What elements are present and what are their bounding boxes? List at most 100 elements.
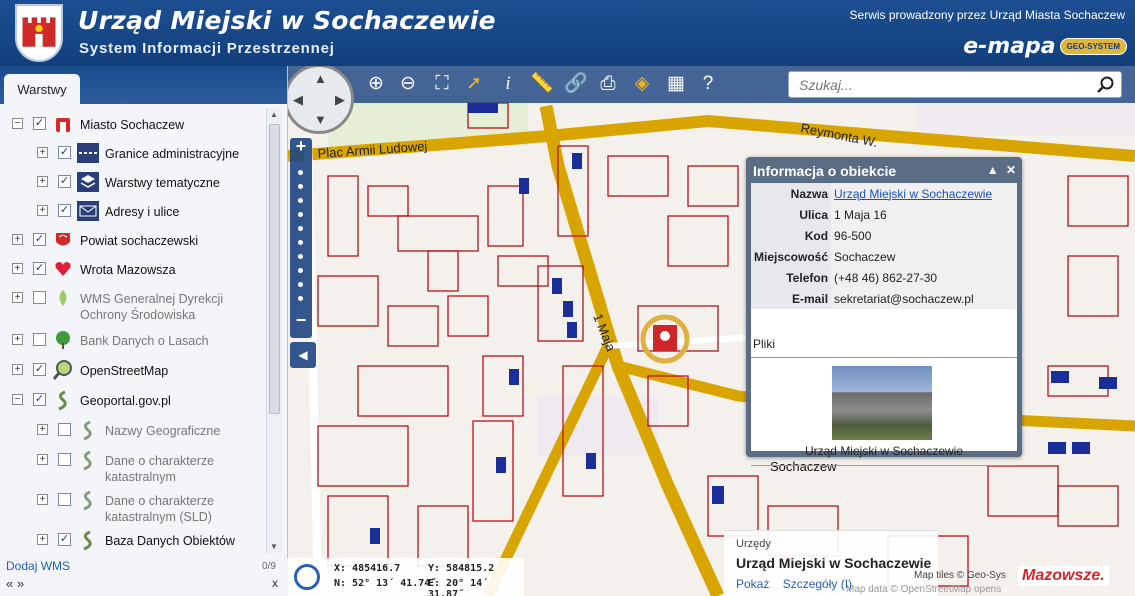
layer-checkbox[interactable]: ✓	[58, 146, 71, 159]
expand-icon[interactable]: +	[12, 234, 23, 245]
layers-toggle-icon[interactable]: ◈	[628, 71, 656, 97]
zoom-minus-icon[interactable]: −	[290, 310, 312, 331]
zoom-level-dot[interactable]	[298, 226, 303, 231]
layer-checkbox[interactable]: ✓	[58, 533, 71, 546]
layer-row[interactable]: + ✓ Granice administracyjne	[37, 141, 239, 165]
info-icon[interactable]: i	[494, 71, 522, 97]
print-icon[interactable]: ⎙	[594, 71, 622, 97]
pan-right-icon[interactable]: ▶	[335, 92, 345, 108]
table-row: Telefon (+48 46) 862-27-30	[751, 267, 1017, 288]
layer-checkbox[interactable]	[58, 493, 71, 506]
close-icon[interactable]: ✕	[1006, 163, 1016, 177]
select-arrow-icon[interactable]: ➚	[460, 71, 488, 97]
pan-left-icon[interactable]: ◀	[293, 92, 303, 108]
measure-icon[interactable]: 📏	[528, 71, 556, 97]
expand-icon[interactable]: +	[12, 334, 23, 345]
layer-checkbox[interactable]: ✓	[33, 262, 46, 275]
map-attribution: Map tiles © Geo-Sys	[914, 570, 1006, 581]
pan-up-icon[interactable]: ▲	[314, 71, 327, 86]
layer-label: Geoportal.gov.pl	[80, 394, 171, 408]
zoom-level-dot[interactable]	[298, 212, 303, 217]
expand-icon[interactable]: +	[12, 364, 23, 375]
object-name-link[interactable]: Urząd Miejski w Sochaczewie	[834, 187, 992, 201]
layer-row[interactable]: + ✓ Warstwy tematyczne	[37, 170, 220, 194]
layer-row[interactable]: − ✓ Miasto Sochaczew	[12, 112, 184, 136]
layer-row[interactable]: + Dane o charakterze katastralnym (SLD)	[37, 488, 235, 524]
heart-icon	[52, 258, 74, 280]
zoom-level-dot[interactable]	[298, 282, 303, 287]
expand-icon[interactable]: +	[37, 176, 48, 187]
zoom-level-dot[interactable]	[298, 296, 303, 301]
page-nav-arrows[interactable]: « »	[6, 576, 24, 591]
layer-row[interactable]: + Bank Danych o Lasach	[12, 328, 209, 352]
attr-key: Telefon	[751, 267, 832, 288]
zoom-level-dot[interactable]	[298, 268, 303, 273]
layer-row[interactable]: + Nazwy Geograficzne	[37, 418, 220, 442]
search-box[interactable]	[788, 71, 1122, 98]
files-label: Pliki	[753, 337, 776, 351]
map-view[interactable]: Plac Armii Ludowej Reymonta W. 1 Maja ⊕ …	[288, 66, 1135, 596]
expand-icon[interactable]: +	[37, 205, 48, 216]
expand-icon[interactable]: +	[37, 494, 48, 505]
expand-icon[interactable]: +	[37, 454, 48, 465]
zoom-out-icon[interactable]: ⊖	[394, 71, 422, 97]
collapse-icon[interactable]: −	[12, 118, 23, 129]
layer-row[interactable]: + ✓ OpenStreetMap	[12, 358, 168, 382]
search-input[interactable]	[789, 72, 1089, 97]
map-attribution-osm[interactable]: Map data © OpenStreetMap opens	[846, 584, 1001, 595]
layer-row[interactable]: − ✓ Geoportal.gov.pl	[12, 388, 171, 412]
layer-row[interactable]: + ✓ Wrota Mazowsza	[12, 257, 176, 281]
layer-row[interactable]: + ✓ Adresy i ulice	[37, 199, 179, 223]
close-button[interactable]: x	[272, 576, 278, 590]
pan-down-icon[interactable]: ▼	[314, 112, 327, 127]
add-wms-link[interactable]: Dodaj WMS	[6, 559, 70, 573]
layer-scrollbar[interactable]: ▲ ▼	[266, 108, 282, 553]
scrollbar-thumb[interactable]	[269, 124, 280, 414]
layer-checkbox[interactable]	[58, 423, 71, 436]
mazowsze-logo[interactable]: Mazowsze.	[1018, 566, 1109, 586]
layout-icon[interactable]: ▦	[662, 71, 690, 97]
zoom-level-dot[interactable]	[298, 184, 303, 189]
expand-icon[interactable]: +	[37, 534, 48, 545]
zoom-level-dot[interactable]	[298, 240, 303, 245]
layer-checkbox[interactable]	[58, 453, 71, 466]
emapa-logo[interactable]: e-mapa GEO-SYSTEM	[963, 34, 1127, 59]
help-icon[interactable]: ?	[694, 71, 722, 97]
collapse-icon[interactable]: −	[12, 394, 23, 405]
layer-checkbox[interactable]: ✓	[33, 117, 46, 130]
building-photo[interactable]	[832, 366, 932, 440]
full-extent-icon[interactable]: ⛶	[428, 71, 456, 97]
zoom-slider[interactable]: + −	[290, 136, 312, 338]
layer-row[interactable]: + WMS Generalnej Dyrekcji Ochrony Środow…	[12, 286, 230, 322]
expand-icon[interactable]: +	[12, 292, 23, 303]
layer-checkbox[interactable]	[33, 333, 46, 346]
expand-icon[interactable]: +	[37, 424, 48, 435]
layer-checkbox[interactable]: ✓	[33, 233, 46, 246]
layer-checkbox[interactable]: ✓	[58, 204, 71, 217]
zoom-level-dot[interactable]	[298, 254, 303, 259]
zoom-plus-icon[interactable]: +	[290, 136, 312, 157]
attr-key: E-mail	[751, 288, 832, 309]
tab-warstwy[interactable]: Warstwy	[4, 74, 80, 104]
zoom-level-dot[interactable]	[298, 198, 303, 203]
layer-row[interactable]: + Dane o charakterze katastralnym	[37, 448, 235, 484]
layer-label: Warstwy tematyczne	[105, 176, 220, 190]
layer-label: Nazwy Geograficzne	[105, 424, 221, 438]
collapse-panel-button[interactable]: ◀	[290, 342, 316, 368]
layer-checkbox[interactable]: ✓	[58, 175, 71, 188]
expand-icon[interactable]: +	[12, 263, 23, 274]
locate-icon[interactable]	[294, 564, 320, 590]
search-icon[interactable]	[1095, 75, 1115, 95]
layer-checkbox[interactable]: ✓	[33, 363, 46, 376]
layer-checkbox[interactable]	[33, 291, 46, 304]
link-icon[interactable]: 🔗	[562, 71, 590, 97]
layer-row[interactable]: + ✓ Powiat sochaczewski	[12, 228, 198, 252]
expand-icon[interactable]: +	[37, 147, 48, 158]
layer-checkbox[interactable]: ✓	[33, 393, 46, 406]
minimize-icon[interactable]: ▲	[987, 163, 999, 177]
details-link[interactable]: Szczegóły (I)	[783, 577, 852, 591]
zoom-level-dot[interactable]	[298, 170, 303, 175]
zoom-in-icon[interactable]: ⊕	[362, 71, 390, 97]
show-link[interactable]: Pokaż	[736, 577, 769, 591]
layer-row[interactable]: + ✓ Baza Danych Obiektów	[37, 528, 235, 552]
